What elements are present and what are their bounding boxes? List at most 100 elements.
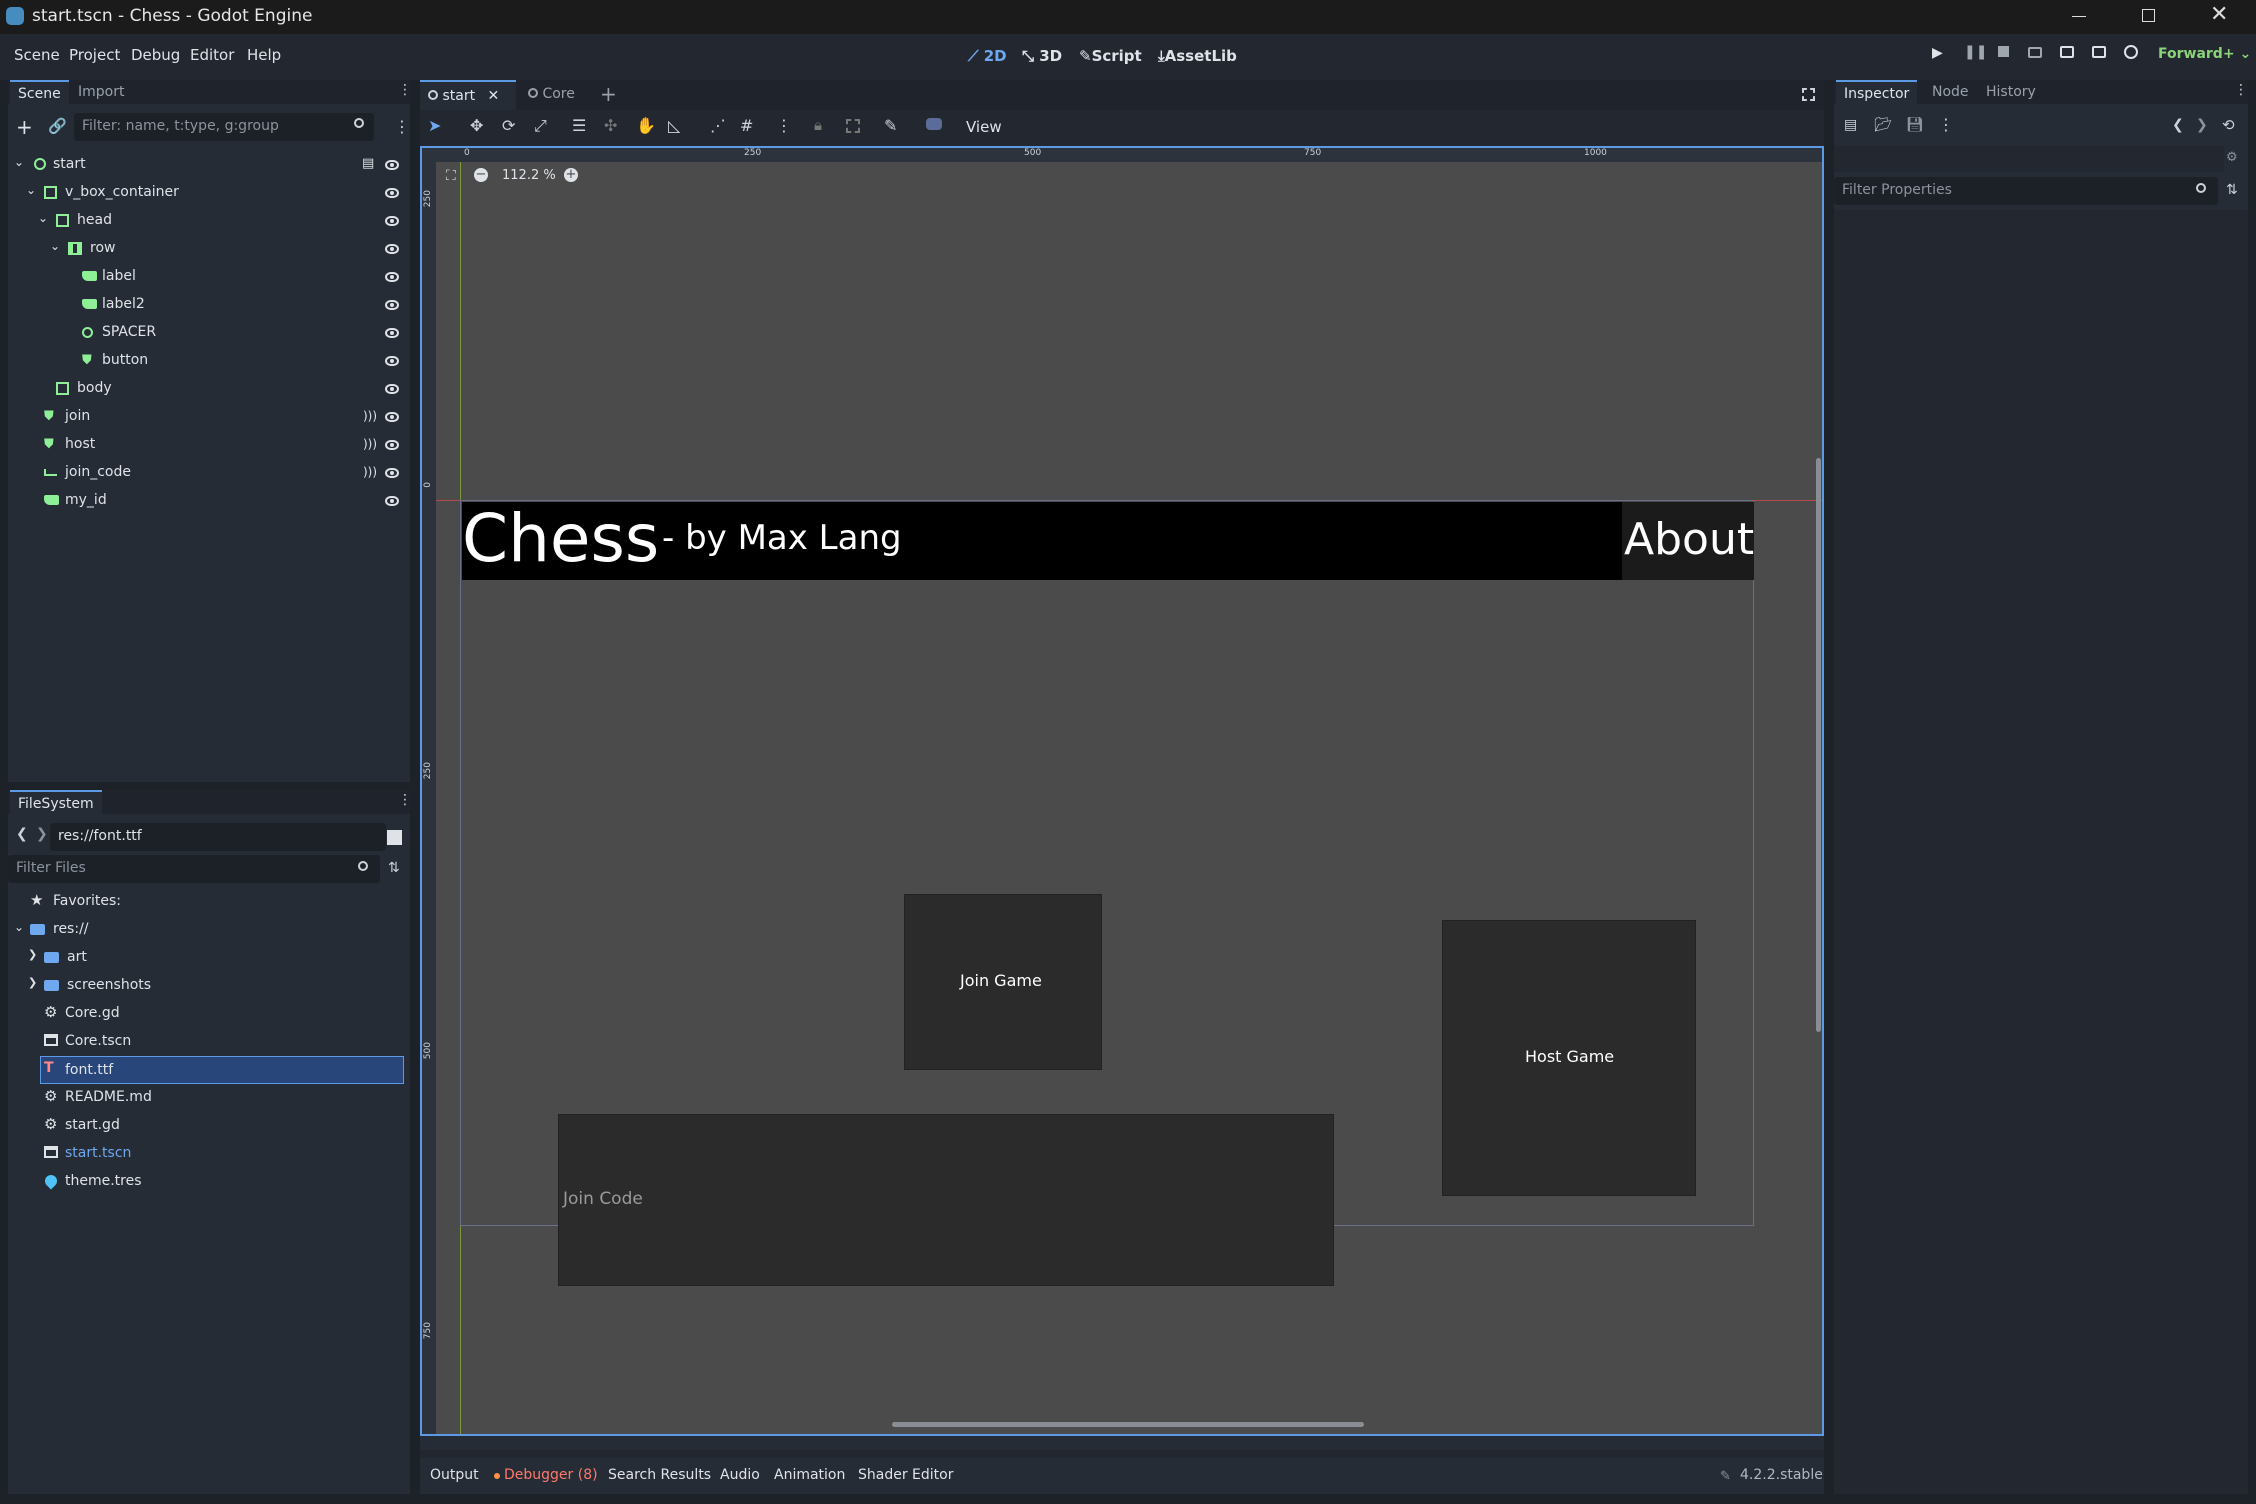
play-icon[interactable]: ▶ xyxy=(1932,45,1943,61)
visibility-eye-icon[interactable] xyxy=(385,216,399,226)
instantiate-scene-icon[interactable]: 🔗 xyxy=(48,117,67,135)
join-code-input[interactable]: Join Code xyxy=(558,1114,1334,1286)
open-resource-icon[interactable]: 📂︎ xyxy=(1874,117,1892,133)
fs-file-core-tscn[interactable]: Core.tscn xyxy=(8,1028,408,1056)
fs-res-root[interactable]: ⌄ res:// xyxy=(8,916,408,944)
tree-node-label[interactable]: label xyxy=(8,263,408,291)
tab-debugger[interactable]: Debugger (8) xyxy=(504,1467,598,1483)
play-custom-scene-icon[interactable] xyxy=(2092,46,2106,58)
workspace-script-button[interactable]: ✎Script xyxy=(1079,47,1142,65)
close-window-icon[interactable]: ✕ xyxy=(2210,2,2228,27)
tree-node-body[interactable]: body xyxy=(8,375,408,403)
menu-scene[interactable]: Scene xyxy=(14,46,60,64)
resource-menu-icon[interactable]: ⋮ xyxy=(1938,115,1954,134)
add-node-icon[interactable]: + xyxy=(16,115,33,139)
canvas-viewport[interactable]: 0 250 500 750 1000 250 0 250 500 750 ⛶ −… xyxy=(420,146,1824,1436)
expand-arrow-icon[interactable]: ❯ xyxy=(28,948,37,961)
collapse-arrow-icon[interactable]: ⌄ xyxy=(14,155,24,169)
tab-audio[interactable]: Audio xyxy=(720,1467,760,1483)
tab-inspector[interactable]: Inspector xyxy=(1836,80,1918,104)
movie-maker-icon[interactable] xyxy=(2124,45,2138,59)
stop-icon[interactable] xyxy=(1998,46,2009,57)
camera-override-icon[interactable] xyxy=(926,118,942,130)
history-back-icon[interactable]: ❮ xyxy=(2172,117,2184,133)
filter-files-input[interactable]: Filter Files xyxy=(8,855,380,883)
dock-menu-icon[interactable]: ⋮ xyxy=(2234,82,2248,98)
signal-icon[interactable]: ))) xyxy=(363,437,377,451)
tree-node-button[interactable]: ⛊ button xyxy=(8,347,408,375)
menu-debug[interactable]: Debug xyxy=(131,46,180,64)
fs-file-theme-tres[interactable]: theme.tres xyxy=(8,1168,408,1196)
tree-node-host[interactable]: ⛊ host ))) xyxy=(8,431,408,459)
tree-node-label2[interactable]: label2 xyxy=(8,291,408,319)
tab-import[interactable]: Import xyxy=(70,80,132,104)
expand-arrow-icon[interactable]: ❯ xyxy=(28,976,37,989)
tree-node-join[interactable]: ⛊ join ))) xyxy=(8,403,408,431)
object-tools-icon[interactable]: ⚙ xyxy=(2226,150,2238,165)
dock-menu-icon[interactable]: ⋮ xyxy=(398,82,412,98)
signal-icon[interactable]: ))) xyxy=(363,465,377,479)
renderer-select[interactable]: Forward+ ⌄ xyxy=(2158,46,2251,62)
menu-project[interactable]: Project xyxy=(69,46,120,64)
history-forward-icon[interactable]: ❯ xyxy=(2196,117,2208,133)
tab-shader-editor[interactable]: Shader Editor xyxy=(858,1467,953,1483)
move-tool-icon[interactable]: ✥ xyxy=(470,116,483,135)
grid-snap-icon[interactable]: # xyxy=(740,116,753,135)
fs-folder-art[interactable]: ❯ art xyxy=(8,944,408,972)
pan-tool-icon[interactable]: ✋ xyxy=(636,116,656,135)
script-attached-icon[interactable]: ▤ xyxy=(362,156,374,171)
visibility-eye-icon[interactable] xyxy=(385,384,399,394)
signal-icon[interactable]: ))) xyxy=(363,409,377,423)
list-select-icon[interactable]: ☰ xyxy=(572,116,586,135)
center-view-icon[interactable]: ⛶ xyxy=(446,168,456,184)
ruler-tool-icon[interactable]: ◺ xyxy=(668,116,680,135)
tab-history[interactable]: History xyxy=(1978,80,2044,104)
object-history-icon[interactable]: ⟲ xyxy=(2222,116,2235,134)
visibility-eye-icon[interactable] xyxy=(385,160,399,170)
pause-icon[interactable]: ❚❚ xyxy=(1964,44,1987,60)
tree-node-head[interactable]: ⌄ head xyxy=(8,207,408,235)
visibility-eye-icon[interactable] xyxy=(385,188,399,198)
fs-file-readme[interactable]: ⚙ README.md xyxy=(8,1084,408,1112)
filter-properties-input[interactable]: Filter Properties xyxy=(1834,177,2218,205)
smart-snap-icon[interactable]: ⋰ xyxy=(710,116,726,135)
new-resource-icon[interactable]: ▤ xyxy=(1844,117,1857,133)
pivot-tool-icon[interactable]: ✣ xyxy=(604,116,617,135)
tree-node-my-id[interactable]: my_id xyxy=(8,487,408,515)
rotate-tool-icon[interactable]: ⟳ xyxy=(502,116,515,135)
scene-filter-input[interactable]: Filter: name, t:type, g:group xyxy=(74,113,374,141)
bone-icon[interactable]: ✎ xyxy=(884,116,897,135)
play-scene-icon[interactable] xyxy=(2060,46,2074,58)
visibility-eye-icon[interactable] xyxy=(385,272,399,282)
split-mode-icon[interactable] xyxy=(387,830,402,845)
fs-favorites[interactable]: ★ Favorites: xyxy=(8,888,408,916)
dock-menu-icon[interactable]: ⋮ xyxy=(398,792,412,808)
minimize-icon[interactable] xyxy=(2072,16,2086,17)
forward-arrow-icon[interactable]: ❯ xyxy=(36,826,48,842)
workspace-3d-button[interactable]: ⤡ 3D xyxy=(1022,47,1062,65)
zoom-level[interactable]: 112.2 % xyxy=(502,168,556,183)
scale-tool-icon[interactable]: ⤢ xyxy=(534,116,547,136)
tab-output[interactable]: Output xyxy=(430,1467,479,1483)
lock-icon[interactable]: 🔒︎ xyxy=(814,116,822,134)
tree-node-v-box-container[interactable]: ⌄ v_box_container xyxy=(8,179,408,207)
zoom-in-icon[interactable]: + xyxy=(564,168,578,182)
host-game-button[interactable]: Host Game xyxy=(1442,920,1696,1196)
visibility-eye-icon[interactable] xyxy=(385,356,399,366)
visibility-eye-icon[interactable] xyxy=(385,244,399,254)
fs-file-start-gd[interactable]: ⚙ start.gd xyxy=(8,1112,408,1140)
fs-file-font-ttf[interactable]: T font.ttf xyxy=(40,1056,404,1084)
horizontal-scrollbar[interactable] xyxy=(892,1422,1364,1427)
back-arrow-icon[interactable]: ❮ xyxy=(16,826,28,842)
collapse-arrow-icon[interactable]: ⌄ xyxy=(50,239,60,253)
tab-node[interactable]: Node xyxy=(1924,80,1977,104)
tree-node-start[interactable]: ⌄ start ▤ xyxy=(8,151,408,179)
select-tool-icon[interactable]: ➤ xyxy=(428,116,441,135)
tab-start-scene[interactable]: start ✕ xyxy=(420,80,516,110)
add-tab-icon[interactable]: + xyxy=(600,82,617,106)
fs-file-core-gd[interactable]: ⚙ Core.gd xyxy=(8,1000,408,1028)
collapse-arrow-icon[interactable]: ⌄ xyxy=(14,920,24,934)
visibility-eye-icon[interactable] xyxy=(385,468,399,478)
visibility-eye-icon[interactable] xyxy=(385,300,399,310)
close-tab-icon[interactable]: ✕ xyxy=(488,88,500,104)
